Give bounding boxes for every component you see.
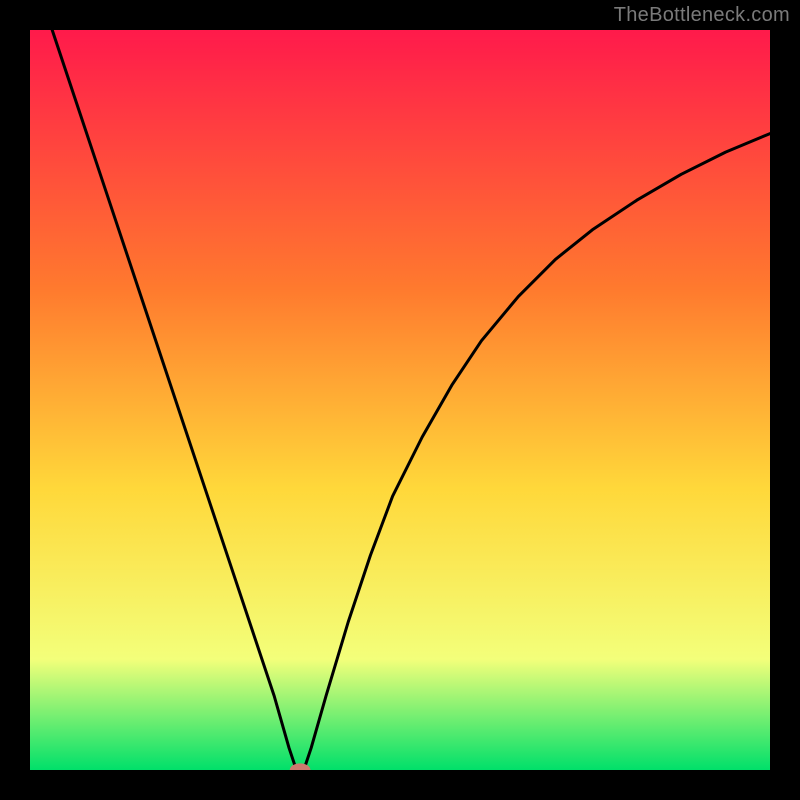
attribution-text: TheBottleneck.com (614, 4, 790, 27)
chart-stage: TheBottleneck.com (0, 0, 800, 800)
bottleneck-chart (0, 0, 800, 800)
plot-background (30, 30, 770, 770)
